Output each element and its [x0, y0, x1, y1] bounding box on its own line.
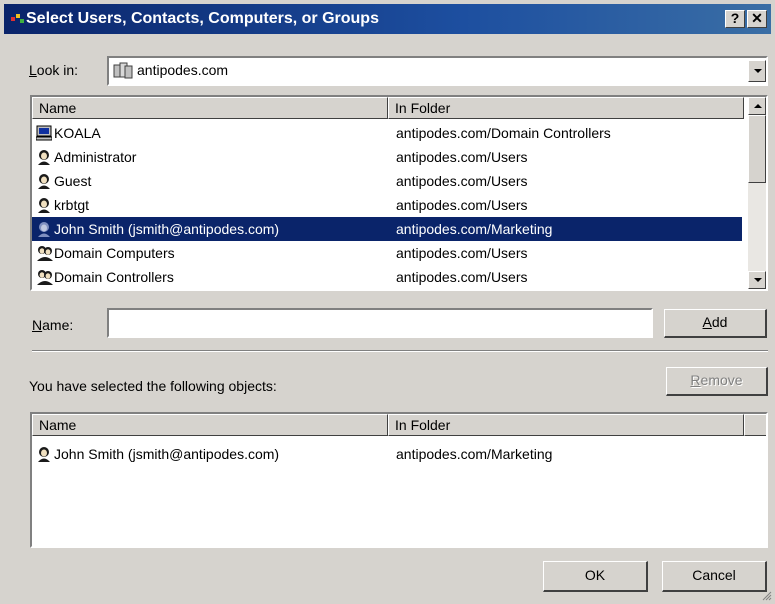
name-label: Name: [32, 317, 74, 333]
item-name: John Smith (jsmith@antipodes.com) [54, 446, 280, 462]
user-icon [38, 447, 50, 462]
resize-grip-icon[interactable] [760, 589, 772, 601]
item-name: Domain Controllers [54, 269, 174, 285]
item-folder: antipodes.com/Users [396, 245, 528, 261]
name-input[interactable] [107, 308, 653, 338]
list-item[interactable]: Guest antipodes.com/Users [32, 169, 748, 193]
user-icon [38, 198, 50, 213]
close-button[interactable]: ✕ [747, 10, 767, 28]
column-header-name[interactable]: Name [32, 414, 388, 436]
ok-button[interactable]: OK [543, 561, 648, 592]
domain-icon [113, 62, 133, 79]
list-item-selected[interactable]: John Smith (jsmith@antipodes.com) antipo… [32, 217, 748, 241]
title-bar[interactable]: Select Users, Contacts, Computers, or Gr… [4, 4, 771, 34]
user-icon [38, 222, 50, 237]
item-folder: antipodes.com/Marketing [396, 217, 553, 241]
item-folder: antipodes.com/Users [396, 149, 528, 165]
item-name: krbtgt [54, 197, 90, 213]
select-users-dialog: Select Users, Contacts, Computers, or Gr… [0, 0, 775, 604]
column-header-filler [744, 414, 766, 436]
look-in-combobox[interactable]: antipodes.com [107, 56, 768, 86]
list-item[interactable]: KOALA antipodes.com/Domain Controllers [32, 121, 748, 145]
group-icon [37, 246, 53, 261]
column-header-name[interactable]: Name [32, 97, 388, 119]
directory-users-icon [11, 14, 24, 23]
scroll-up-icon[interactable] [748, 97, 766, 115]
cancel-button[interactable]: Cancel [662, 561, 767, 592]
item-folder: antipodes.com/Users [396, 197, 528, 213]
scroll-thumb[interactable] [748, 115, 766, 183]
help-button[interactable]: ? [725, 10, 745, 28]
scroll-down-icon[interactable] [748, 271, 766, 289]
selected-objects-list[interactable]: Name In Folder John Smith (jsmith@antipo… [30, 412, 768, 548]
computer-icon [36, 125, 52, 141]
look-in-label: Look in: [29, 62, 79, 78]
item-name: Administrator [54, 149, 137, 165]
list-item[interactable]: Administrator antipodes.com/Users [32, 145, 748, 169]
list-item[interactable]: Domain Computers antipodes.com/Users [32, 241, 748, 265]
list-item[interactable]: krbtgt antipodes.com/Users [32, 193, 748, 217]
item-folder: antipodes.com/Users [396, 269, 528, 285]
selected-objects-label: You have selected the following objects: [29, 378, 277, 394]
item-folder: antipodes.com/Marketing [396, 446, 553, 462]
list-item[interactable]: John Smith (jsmith@antipodes.com) antipo… [32, 442, 766, 466]
chevron-down-icon[interactable] [748, 60, 766, 82]
item-folder: antipodes.com/Domain Controllers [396, 125, 611, 141]
remove-button[interactable]: Remove [666, 367, 768, 396]
group-icon [37, 270, 53, 285]
user-icon [38, 174, 50, 189]
section-divider [32, 350, 768, 352]
item-folder: antipodes.com/Users [396, 173, 528, 189]
look-in-value: antipodes.com [137, 62, 229, 78]
item-name: Domain Computers [54, 245, 175, 261]
item-name: Guest [54, 173, 92, 189]
column-header-folder[interactable]: In Folder [388, 97, 744, 119]
window-title: Select Users, Contacts, Computers, or Gr… [26, 10, 379, 27]
list-item[interactable]: Domain Controllers antipodes.com/Users [32, 265, 748, 289]
user-icon [38, 150, 50, 165]
item-name: John Smith (jsmith@antipodes.com) [54, 217, 280, 241]
directory-list[interactable]: Name In Folder KOALA antipodes.com/Domai… [30, 95, 768, 291]
add-button[interactable]: Add [664, 309, 767, 338]
column-header-folder[interactable]: In Folder [388, 414, 744, 436]
item-name: KOALA [54, 125, 101, 141]
directory-list-scrollbar[interactable] [748, 97, 766, 289]
